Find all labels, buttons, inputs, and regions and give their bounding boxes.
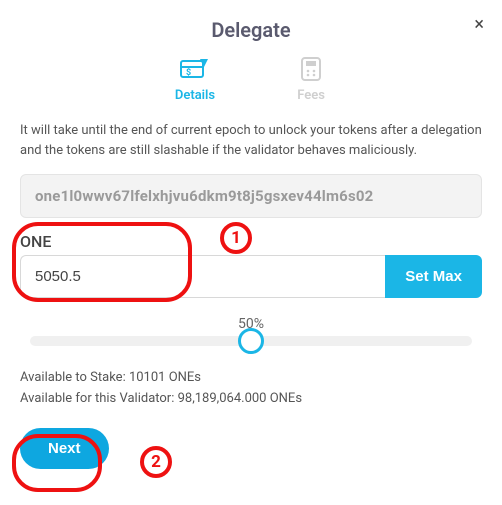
info-text: It will take until the end of current ep… (20, 121, 482, 160)
tab-details-label: Details (175, 88, 215, 103)
amount-row: Set Max (20, 255, 482, 298)
svg-text:$: $ (186, 67, 191, 78)
amount-label: ONE (20, 232, 482, 251)
percent-slider: 50% (20, 316, 482, 346)
annotation-number-2: 2 (140, 446, 172, 478)
amount-input[interactable] (20, 255, 385, 298)
fees-icon (295, 56, 327, 82)
tab-bar: $ Details Fees (20, 56, 482, 103)
available-validator-text: Available for this Validator: 98,189,064… (20, 389, 482, 410)
tab-fees-label: Fees (297, 88, 325, 103)
tab-fees[interactable]: Fees (295, 56, 327, 103)
delegate-modal: × Delegate $ Details (0, 0, 502, 505)
set-max-button[interactable]: Set Max (385, 255, 482, 298)
details-icon: $ (179, 56, 211, 82)
next-button[interactable]: Next (20, 428, 109, 469)
validator-address: one1l0wwv67lfelxhjvu6dkm9t8j5gsxev44lm6s… (20, 174, 482, 218)
modal-title: Delegate (20, 18, 482, 42)
slider-thumb[interactable] (238, 328, 264, 354)
availability-block: Available to Stake: 10101 ONEs Available… (20, 368, 482, 410)
available-stake-text: Available to Stake: 10101 ONEs (20, 368, 482, 389)
tab-details[interactable]: $ Details (175, 56, 215, 103)
close-icon[interactable]: × (474, 14, 484, 35)
slider-track[interactable] (30, 336, 472, 346)
